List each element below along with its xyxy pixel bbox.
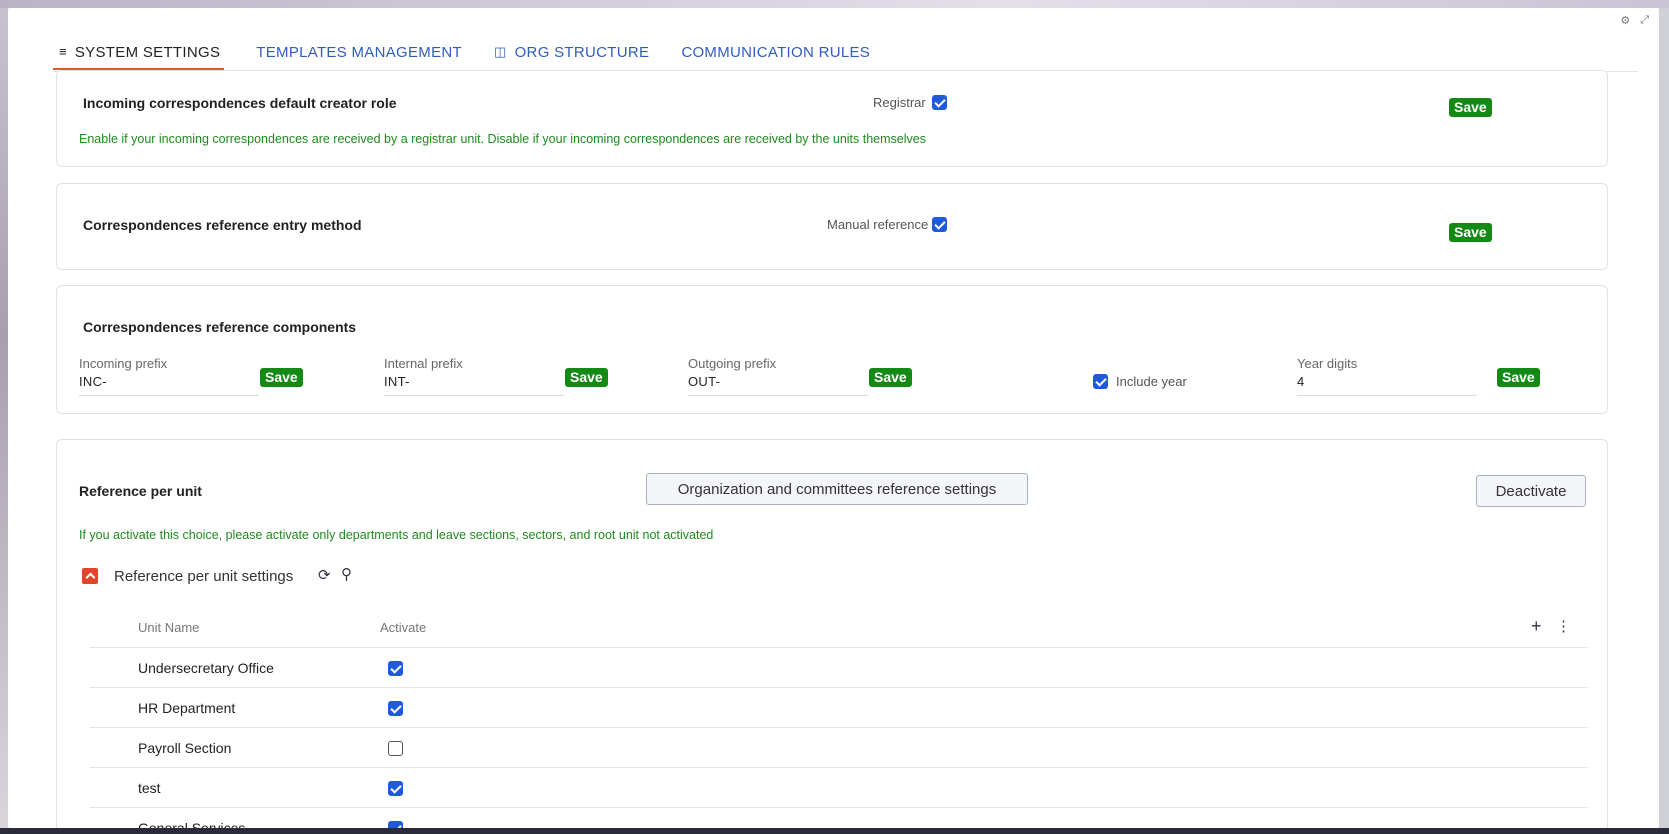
internal-prefix-save-button[interactable]: Save (565, 368, 608, 387)
internal-prefix-label: Internal prefix (384, 356, 463, 371)
manual-reference-checkbox[interactable] (932, 217, 947, 232)
unit-name-cell: test (138, 780, 161, 796)
unit-name-column-header[interactable]: Unit Name (138, 620, 199, 635)
tab-system-settings[interactable]: ≡ SYSTEM SETTINGS (53, 32, 225, 70)
internal-prefix-input[interactable]: INT- (384, 374, 564, 396)
registrar-checkbox[interactable] (932, 95, 947, 110)
internal-prefix-field[interactable]: Internal prefix INT- (384, 356, 564, 396)
tab-communication-rules[interactable]: COMMUNICATION RULES (681, 32, 870, 70)
manual-reference-label: Manual reference (827, 217, 929, 232)
activate-checkbox[interactable] (388, 661, 403, 676)
activate-column-header[interactable]: Activate (380, 620, 426, 635)
incoming-prefix-save-button[interactable]: Save (260, 368, 303, 387)
year-digits-input[interactable]: 4 (1297, 374, 1477, 396)
row-divider (90, 767, 1587, 768)
unit-name-cell: General Services (138, 820, 246, 828)
taskbar-strip (0, 828, 1669, 834)
include-year-label: Include year (1116, 374, 1187, 389)
tab-label: SYSTEM SETTINGS (74, 44, 221, 61)
year-digits-field[interactable]: Year digits 4 (1297, 356, 1477, 396)
creator-role-save-button[interactable]: Save (1449, 98, 1492, 117)
year-digits-save-button[interactable]: Save (1497, 368, 1540, 387)
outgoing-prefix-field[interactable]: Outgoing prefix OUT- (688, 356, 868, 396)
window-controls: ⚙ ⤢ (1620, 14, 1649, 27)
tab-templates-management[interactable]: TEMPLATES MANAGEMENT (256, 32, 462, 70)
collapse-button[interactable] (82, 568, 98, 584)
tab-label: ORG STRUCTURE (514, 44, 650, 61)
expand-icon[interactable]: ⤢ (1640, 14, 1649, 27)
unit-name-cell: HR Department (138, 700, 236, 716)
org-tree-icon: ◫ (494, 44, 507, 59)
reference-per-unit-help: If you activate this choice, please acti… (79, 528, 714, 542)
deactivate-button[interactable]: Deactivate (1476, 475, 1586, 507)
entry-method-save-button[interactable]: Save (1449, 223, 1492, 242)
reference-per-unit-card: Reference per unit Organization and comm… (56, 439, 1608, 828)
outgoing-prefix-save-button[interactable]: Save (869, 368, 912, 387)
year-digits-label: Year digits (1297, 356, 1358, 371)
grid-header-divider (90, 647, 1587, 648)
checklist-icon: ≡ (59, 44, 67, 59)
tab-label: COMMUNICATION RULES (681, 44, 871, 61)
reference-components-card: Correspondences reference components Inc… (56, 285, 1608, 414)
creator-role-help: Enable if your incoming correspondences … (79, 132, 926, 146)
registrar-label: Registrar (873, 95, 926, 110)
tab-bar: ≡ SYSTEM SETTINGS TEMPLATES MANAGEMENT ◫… (53, 32, 902, 70)
tab-label: TEMPLATES MANAGEMENT (256, 44, 462, 61)
creator-role-title: Incoming correspondences default creator… (83, 95, 397, 111)
outgoing-prefix-input[interactable]: OUT- (688, 374, 868, 396)
more-vertical-icon[interactable]: ⋮ (1556, 617, 1571, 635)
row-divider (90, 727, 1587, 728)
creator-role-card: Incoming correspondences default creator… (56, 70, 1608, 167)
reference-per-unit-settings-title: Reference per unit settings (114, 568, 294, 585)
reference-per-unit-title: Reference per unit (79, 483, 202, 499)
row-divider (90, 807, 1587, 808)
entry-method-card: Correspondences reference entry method M… (56, 183, 1608, 270)
outgoing-prefix-label: Outgoing prefix (688, 356, 777, 371)
gear-icon[interactable]: ⚙ (1620, 14, 1630, 27)
row-divider (90, 687, 1587, 688)
incoming-prefix-input[interactable]: INC- (79, 374, 259, 396)
desktop-backdrop-left (0, 8, 8, 834)
activate-checkbox[interactable] (388, 781, 403, 796)
include-year-checkbox[interactable] (1093, 374, 1108, 389)
refresh-icon[interactable]: ⟳ (318, 566, 331, 584)
reference-components-title: Correspondences reference components (83, 319, 357, 335)
entry-method-title: Correspondences reference entry method (83, 217, 362, 233)
incoming-prefix-label: Incoming prefix (79, 356, 168, 371)
incoming-prefix-field[interactable]: Incoming prefix INC- (79, 356, 259, 396)
org-committees-reference-settings-button[interactable]: Organization and committees reference se… (646, 473, 1028, 505)
activate-checkbox[interactable] (388, 701, 403, 716)
unit-name-cell: Undersecretary Office (138, 660, 274, 676)
unit-name-cell: Payroll Section (138, 740, 232, 756)
add-icon[interactable]: + (1531, 616, 1542, 637)
activate-checkbox[interactable] (388, 821, 403, 828)
tab-org-structure[interactable]: ◫ ORG STRUCTURE (494, 32, 649, 70)
activate-checkbox[interactable] (388, 741, 403, 756)
search-icon[interactable]: ⚲ (341, 565, 352, 583)
desktop-backdrop-top (0, 0, 1669, 8)
settings-window: ⚙ ⤢ ≡ SYSTEM SETTINGS TEMPLATES MANAGEME… (8, 8, 1659, 828)
